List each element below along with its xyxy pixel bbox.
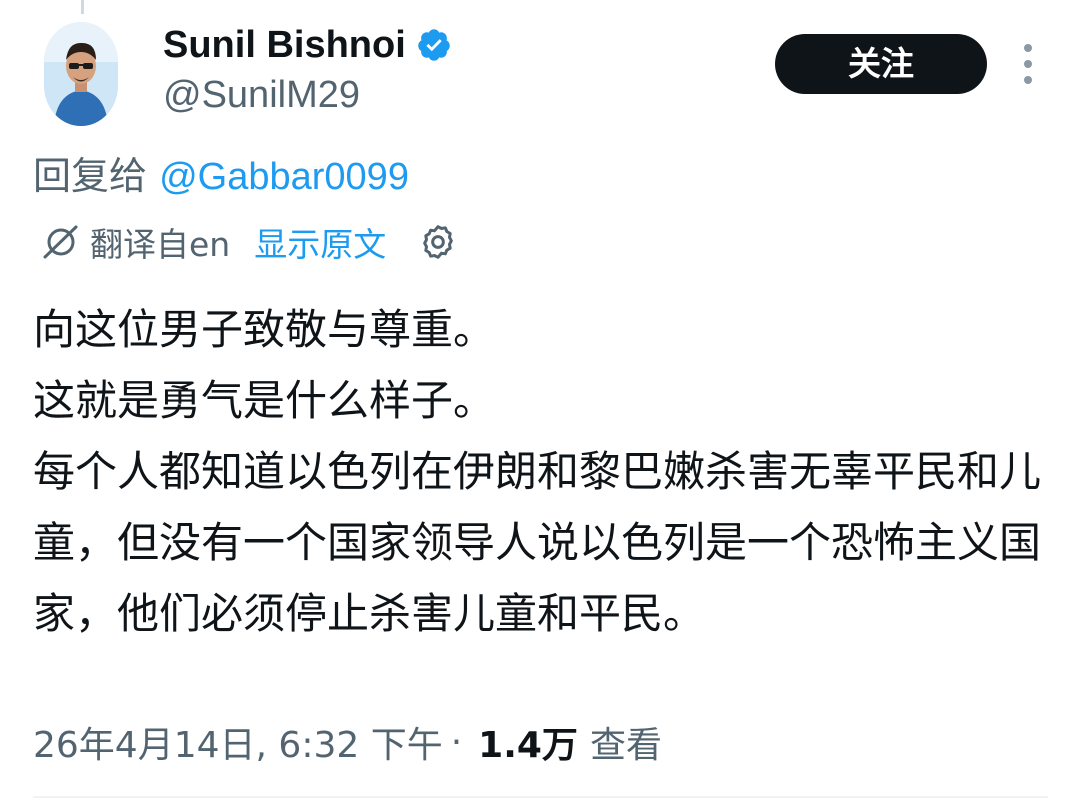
- views-label: 查看: [589, 725, 662, 766]
- tweet-text: 向这位男子致敬与尊重。 这就是勇气是什么样子。 每个人都知道以色列在伊朗和黎巴嫩…: [33, 305, 1042, 638]
- reply-mention-link[interactable]: @Gabbar0099: [159, 156, 409, 198]
- author-handle[interactable]: @SunilM29: [163, 72, 360, 118]
- verified-badge-icon[interactable]: [416, 27, 452, 63]
- translated-from-label: 翻译自en: [90, 225, 231, 264]
- avatar-photo: [44, 22, 118, 126]
- gear-icon[interactable]: [418, 222, 458, 262]
- divider: [33, 796, 1048, 798]
- meta-separator: ·: [450, 721, 463, 763]
- follow-button[interactable]: 关注: [775, 34, 987, 94]
- views-count: 1.4万: [478, 725, 578, 766]
- translate-icon: [40, 222, 80, 262]
- tweet-timestamp[interactable]: 26年4月14日, 6:32 下午: [33, 716, 443, 768]
- tweet-meta: 26年4月14日, 6:32 下午 · 1.4万 查看: [33, 716, 662, 768]
- author-display-name[interactable]: Sunil Bishnoi: [163, 22, 406, 68]
- show-original-link[interactable]: 显示原文: [254, 218, 386, 266]
- reply-context: 回复给 @Gabbar0099: [33, 152, 409, 201]
- avatar[interactable]: [44, 22, 118, 126]
- reply-prefix: 回复给: [33, 154, 160, 198]
- author-display-name-row[interactable]: Sunil Bishnoi: [163, 22, 452, 68]
- thread-connector-line: [81, 0, 84, 14]
- translation-bar: 翻译自en 显示原文: [40, 218, 458, 266]
- more-vertical-icon[interactable]: [1016, 44, 1040, 84]
